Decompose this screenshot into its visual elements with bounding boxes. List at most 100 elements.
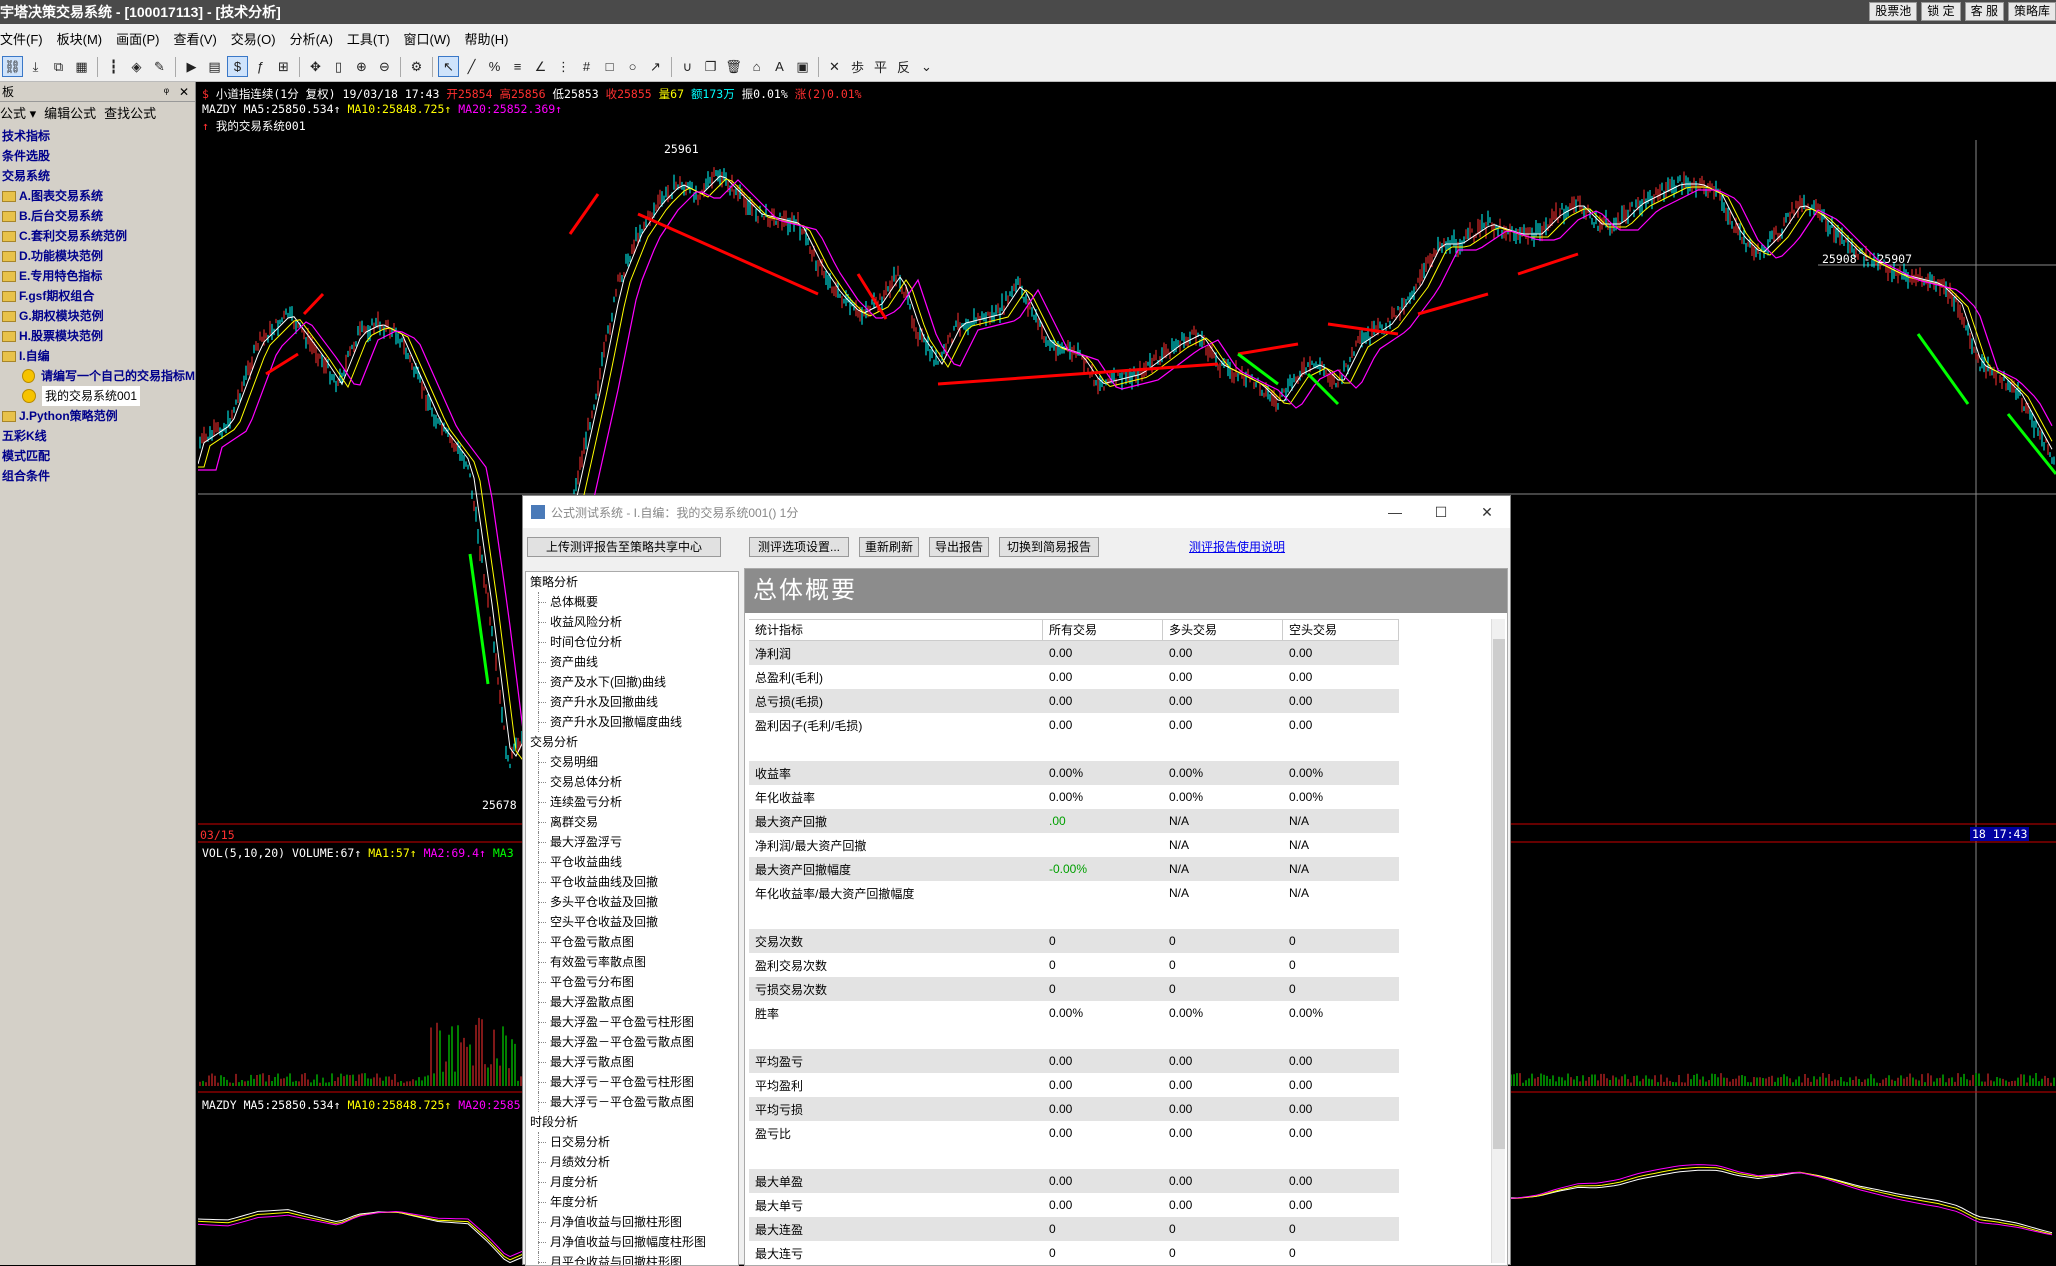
sidebar-item[interactable]: F.gsf期权组合	[0, 286, 195, 306]
flat-icon[interactable]: 平	[870, 56, 891, 77]
dollar-icon[interactable]: $	[227, 56, 248, 77]
menu-help[interactable]: 帮助(H)	[457, 29, 515, 48]
tree-item[interactable]: 交易总体分析	[526, 772, 738, 792]
tree-item[interactable]: 最大浮亏散点图	[526, 1052, 738, 1072]
sidebar-item[interactable]: C.套利交易系统范例	[0, 226, 195, 246]
download-icon[interactable]: ⤓	[25, 56, 46, 77]
move-icon[interactable]: ✥	[305, 56, 326, 77]
stock-pool-button[interactable]: 股票池	[1869, 2, 1918, 21]
sidebar-item[interactable]: B.后台交易系统	[0, 206, 195, 226]
menu-window[interactable]: 窗口(W)	[397, 29, 458, 48]
menu-analysis[interactable]: 分析(A)	[283, 29, 340, 48]
find-formula-button[interactable]: 查找公式	[104, 102, 156, 126]
report-scrollbar[interactable]	[1491, 619, 1505, 1263]
pin-icon[interactable]: ᵠ	[164, 82, 169, 102]
copy-icon[interactable]: ⧉	[48, 56, 69, 77]
edit-icon[interactable]: ✎	[149, 56, 170, 77]
sidebar-item[interactable]: J.Python策略范例	[0, 406, 195, 426]
tree-item[interactable]: 最大浮盈－平仓盈亏柱形图	[526, 1012, 738, 1032]
sidebar-item[interactable]: D.功能模块范例	[0, 246, 195, 266]
document-icon[interactable]: ▤	[204, 56, 225, 77]
tree-item[interactable]: 日交易分析	[526, 1132, 738, 1152]
tree-item[interactable]: 平仓盈亏分布图	[526, 972, 738, 992]
angle-icon[interactable]: ∠	[530, 56, 551, 77]
edit-formula-button[interactable]: 编辑公式	[44, 102, 96, 126]
sidebar-item[interactable]: 请编写一个自己的交易指标M	[0, 366, 195, 386]
save-drawing-icon[interactable]: ▣	[792, 56, 813, 77]
menu-view[interactable]: 查看(V)	[166, 29, 223, 48]
export-report-button[interactable]: 导出报告	[929, 537, 989, 557]
lock-button[interactable]: 锁 定	[1921, 2, 1961, 21]
ruler-icon[interactable]: ▯	[328, 56, 349, 77]
tree-item[interactable]: 离群交易	[526, 812, 738, 832]
tree-item[interactable]: 月度分析	[526, 1172, 738, 1192]
circle-icon[interactable]: ○	[622, 56, 643, 77]
switch-simple-report-button[interactable]: 切换到简易报告	[999, 537, 1099, 557]
tree-item[interactable]: 资产升水及回撤幅度曲线	[526, 712, 738, 732]
tree-item[interactable]: 最大浮亏－平仓盈亏柱形图	[526, 1072, 738, 1092]
sidebar-item[interactable]: A.图表交易系统	[0, 186, 195, 206]
text-color-icon[interactable]: A	[769, 56, 790, 77]
test-options-button[interactable]: 测评选项设置...	[749, 537, 849, 557]
tree-item[interactable]: 月平仓收益与回撤柱形图	[526, 1252, 738, 1265]
formula-dropdown[interactable]: 公式 ▾	[0, 102, 36, 126]
percent-icon[interactable]: %	[484, 56, 505, 77]
tree-item[interactable]: 月净值收益与回撤柱形图	[526, 1212, 738, 1232]
tree-item[interactable]: 平仓盈亏散点图	[526, 932, 738, 952]
sidebar-item[interactable]: 交易系统	[0, 166, 195, 186]
tree-group[interactable]: 策略分析	[526, 572, 738, 592]
tree-item[interactable]: 最大浮亏－平仓盈亏散点图	[526, 1092, 738, 1112]
sidebar-item[interactable]: G.期权模块范例	[0, 306, 195, 326]
sidebar-item[interactable]: I.自编	[0, 346, 195, 366]
tree-item[interactable]: 平仓收益曲线	[526, 852, 738, 872]
magnet-icon[interactable]: ∪	[677, 56, 698, 77]
line-tool-icon[interactable]: ╱	[461, 56, 482, 77]
menu-sector[interactable]: 板块(M)	[50, 29, 110, 48]
tree-group[interactable]: 交易分析	[526, 732, 738, 752]
menu-screen[interactable]: 画面(P)	[109, 29, 166, 48]
tree-item[interactable]: 年度分析	[526, 1192, 738, 1212]
scrollbar-thumb[interactable]	[1493, 639, 1505, 1149]
more-icon[interactable]: ⌄	[916, 56, 937, 77]
cross-icon[interactable]: ✕	[824, 56, 845, 77]
tree-item[interactable]: 时间仓位分析	[526, 632, 738, 652]
tree-item[interactable]: 月绩效分析	[526, 1152, 738, 1172]
play-icon[interactable]: ▶	[181, 56, 202, 77]
pointer-icon[interactable]: ↖	[438, 56, 459, 77]
maximize-icon[interactable]: ☐	[1418, 496, 1464, 528]
fibonacci-icon[interactable]: ⋮	[553, 56, 574, 77]
tree-item[interactable]: 资产及水下(回撤)曲线	[526, 672, 738, 692]
sidebar-item[interactable]: 组合条件	[0, 466, 195, 486]
upload-report-button[interactable]: 上传测评报告至策略共享中心	[527, 537, 721, 557]
tree-item[interactable]: 最大浮盈浮亏	[526, 832, 738, 852]
sidebar-item[interactable]: 五彩K线	[0, 426, 195, 446]
tree-item[interactable]: 空头平仓收益及回撤	[526, 912, 738, 932]
arrow-tool-icon[interactable]: ↗	[645, 56, 666, 77]
sidebar-item[interactable]: E.专用特色指标	[0, 266, 195, 286]
calculator-icon[interactable]: ⊞	[273, 56, 294, 77]
tree-item[interactable]: 多头平仓收益及回撤	[526, 892, 738, 912]
reverse-icon[interactable]: 反	[893, 56, 914, 77]
menu-file[interactable]: 文件(F)	[0, 29, 50, 48]
sidebar-item[interactable]: 条件选股	[0, 146, 195, 166]
close-icon[interactable]: ✕	[1464, 496, 1510, 528]
tree-item[interactable]: 最大浮盈－平仓盈亏散点图	[526, 1032, 738, 1052]
sidebar-item[interactable]: 我的交易系统001	[0, 386, 195, 406]
delete-icon[interactable]: 🗑	[723, 56, 744, 77]
minimize-icon[interactable]: —	[1372, 496, 1418, 528]
tree-item[interactable]: 总体概要	[526, 592, 738, 612]
strategy-library-button[interactable]: 策略库	[2007, 2, 2056, 21]
channel-icon[interactable]: ≡	[507, 56, 528, 77]
tree-item[interactable]: 收益风险分析	[526, 612, 738, 632]
candlestick-icon[interactable]: ┇	[103, 56, 124, 77]
lock-drawing-icon[interactable]: ⌂	[746, 56, 767, 77]
sidebar-item[interactable]: 模式匹配	[0, 446, 195, 466]
copy-drawing-icon[interactable]: ❐	[700, 56, 721, 77]
tree-item[interactable]: 有效盈亏率散点图	[526, 952, 738, 972]
tree-item[interactable]: 月净值收益与回撤幅度柱形图	[526, 1232, 738, 1252]
diamond-icon[interactable]: ◈	[126, 56, 147, 77]
link-icon[interactable]: ⛓	[2, 56, 23, 77]
rectangle-icon[interactable]: □	[599, 56, 620, 77]
report-help-link[interactable]: 测评报告使用说明	[1189, 538, 1285, 555]
menu-trade[interactable]: 交易(O)	[224, 29, 283, 48]
